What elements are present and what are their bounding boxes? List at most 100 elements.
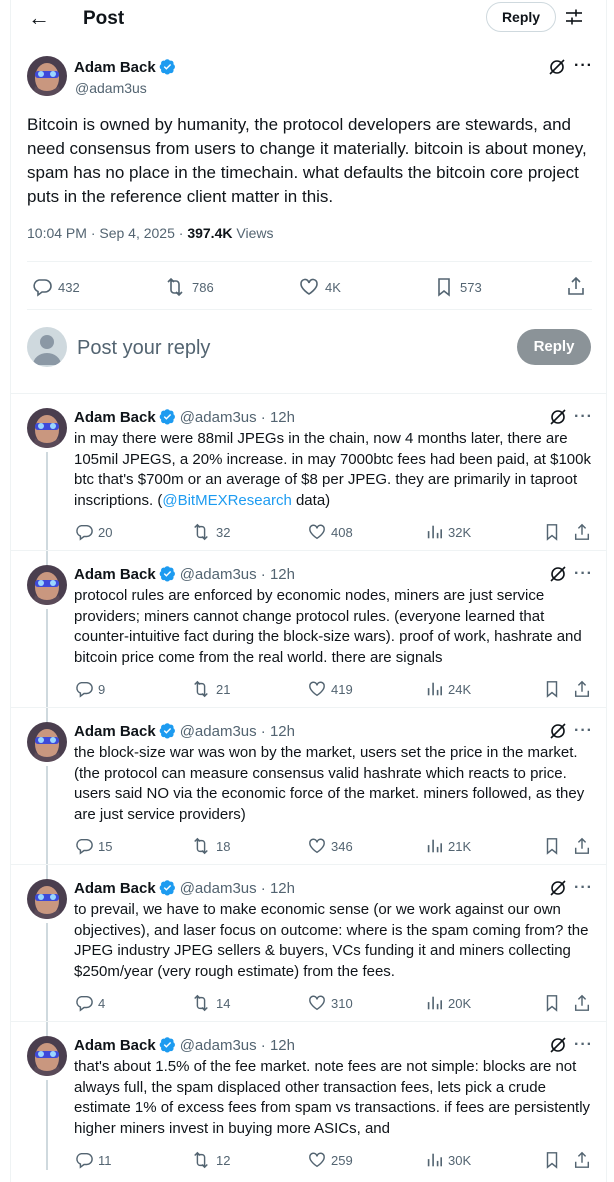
reply-button[interactable]: Reply	[486, 2, 556, 32]
bookmark-action[interactable]	[543, 679, 566, 699]
reply-input[interactable]: Post your reply	[77, 336, 210, 360]
reply-action[interactable]: 4	[75, 993, 105, 1013]
bookmark-action[interactable]	[543, 522, 566, 542]
reply-action[interactable]: 9	[75, 679, 105, 699]
reply-item[interactable]: Adam Back @adam3us · 12h ··· to prevail, we…	[11, 879, 606, 1036]
avatar[interactable]	[27, 879, 67, 919]
composer-reply-button[interactable]: Reply	[517, 329, 591, 365]
grok-icon[interactable]	[549, 1036, 567, 1054]
author-handle-time[interactable]: @adam3us · 12h	[180, 566, 295, 583]
share-icon[interactable]	[573, 523, 591, 541]
repost-action[interactable]: 32	[191, 522, 230, 542]
verified-badge-icon	[159, 880, 175, 896]
mention-link[interactable]: @BitMEXResearch	[162, 492, 291, 509]
repost-action[interactable]: 21	[191, 679, 230, 699]
share-icon[interactable]	[566, 276, 586, 296]
thread-line	[46, 452, 48, 565]
bookmark-action[interactable]	[543, 1150, 566, 1170]
avatar[interactable]	[27, 56, 67, 96]
share-action[interactable]	[573, 993, 596, 1013]
author-handle-time[interactable]: @adam3us · 12h	[180, 409, 295, 426]
grok-icon[interactable]	[549, 879, 567, 897]
grok-icon[interactable]	[549, 408, 567, 426]
share-action[interactable]	[573, 1150, 596, 1170]
author-name[interactable]: Adam Back	[74, 723, 156, 740]
reply-count: 432	[58, 279, 80, 295]
like-action[interactable]: 4K	[299, 276, 341, 298]
more-icon[interactable]: ···	[574, 723, 593, 739]
bookmark-icon[interactable]	[543, 680, 561, 698]
repost-action[interactable]: 18	[191, 836, 230, 856]
like-action[interactable]: 259	[308, 1150, 353, 1170]
views-action[interactable]: 24K	[425, 679, 471, 699]
author-handle-time[interactable]: @adam3us · 12h	[180, 880, 295, 897]
reply-action[interactable]: 20	[75, 522, 112, 542]
share-icon[interactable]	[573, 680, 591, 698]
views-action[interactable]: 32K	[425, 522, 471, 542]
share-action[interactable]	[573, 522, 596, 542]
views-icon	[427, 996, 443, 1010]
author-handle[interactable]: @adam3us	[75, 79, 147, 97]
avatar[interactable]	[27, 408, 67, 448]
author-name[interactable]: Adam Back	[74, 409, 156, 426]
reply-header: Adam Back @adam3us · 12h	[74, 408, 295, 427]
views-action[interactable]: 21K	[425, 836, 471, 856]
author-name[interactable]: Adam Back	[74, 566, 156, 583]
reply-action[interactable]: 15	[75, 836, 112, 856]
reply-action[interactable]: 432	[32, 276, 80, 298]
repost-action[interactable]: 786	[164, 276, 214, 298]
reply-item[interactable]: Adam Back @adam3us · 12h ··· that's about 1…	[11, 1036, 606, 1176]
like-action[interactable]: 419	[308, 679, 353, 699]
avatar[interactable]	[27, 565, 67, 605]
more-icon[interactable]: ···	[574, 1037, 593, 1053]
bookmark-action[interactable]	[543, 836, 566, 856]
heart-icon	[309, 838, 325, 854]
reply-text: the block-size war was won by the market…	[74, 743, 594, 825]
repost-action[interactable]: 12	[191, 1150, 230, 1170]
heart-icon	[300, 278, 318, 295]
verified-badge-icon	[159, 59, 175, 75]
more-icon[interactable]: ···	[574, 566, 593, 582]
share-icon[interactable]	[573, 1151, 591, 1169]
more-icon[interactable]: ···	[574, 409, 593, 425]
share-icon[interactable]	[573, 994, 591, 1012]
author-handle-time[interactable]: @adam3us · 12h	[180, 723, 295, 740]
more-icon[interactable]: ···	[574, 58, 593, 74]
repost-count: 786	[192, 279, 214, 295]
bookmark-action[interactable]	[543, 993, 566, 1013]
like-action[interactable]: 346	[308, 836, 353, 856]
repost-count: 32	[216, 524, 231, 540]
post-time[interactable]: 10:04 PM · Sep 4, 2025 ·	[27, 225, 187, 241]
repost-action[interactable]: 14	[191, 993, 230, 1013]
reply-item[interactable]: Adam Back @adam3us · 12h ··· in may there w…	[11, 408, 606, 565]
like-action[interactable]: 408	[308, 522, 353, 542]
avatar[interactable]	[27, 1036, 67, 1076]
author-name[interactable]: Adam Back	[74, 880, 156, 897]
views-count: 32K	[448, 524, 472, 540]
share-action[interactable]	[573, 679, 596, 699]
bookmark-icon[interactable]	[543, 1151, 561, 1169]
like-action[interactable]: 310	[308, 993, 353, 1013]
grok-icon[interactable]	[549, 722, 567, 740]
avatar[interactable]	[27, 722, 67, 762]
reply-item[interactable]: Adam Back @adam3us · 12h ··· the block-size…	[11, 722, 606, 879]
bookmark-action[interactable]: 573	[434, 276, 482, 298]
share-icon[interactable]	[573, 837, 591, 855]
share-action[interactable]	[573, 836, 596, 856]
bookmark-icon[interactable]	[543, 837, 561, 855]
grok-icon[interactable]	[548, 58, 566, 76]
arrow-left-icon[interactable]: ←	[28, 6, 50, 30]
bookmark-icon[interactable]	[543, 523, 561, 541]
reply-item[interactable]: Adam Back @adam3us · 12h ··· protocol rules…	[11, 565, 606, 722]
grok-icon[interactable]	[549, 565, 567, 583]
author-handle-time[interactable]: @adam3us · 12h	[180, 1037, 295, 1054]
bookmark-icon[interactable]	[543, 994, 561, 1012]
author-name[interactable]: Adam Back	[74, 1037, 156, 1054]
views-action[interactable]: 30K	[425, 1150, 471, 1170]
page-title: Post	[83, 8, 125, 29]
author-name[interactable]: Adam Back	[74, 58, 176, 77]
sliders-icon[interactable]	[565, 8, 583, 26]
views-action[interactable]: 20K	[425, 993, 471, 1013]
more-icon[interactable]: ···	[574, 880, 593, 896]
reply-action[interactable]: 11	[75, 1150, 112, 1170]
